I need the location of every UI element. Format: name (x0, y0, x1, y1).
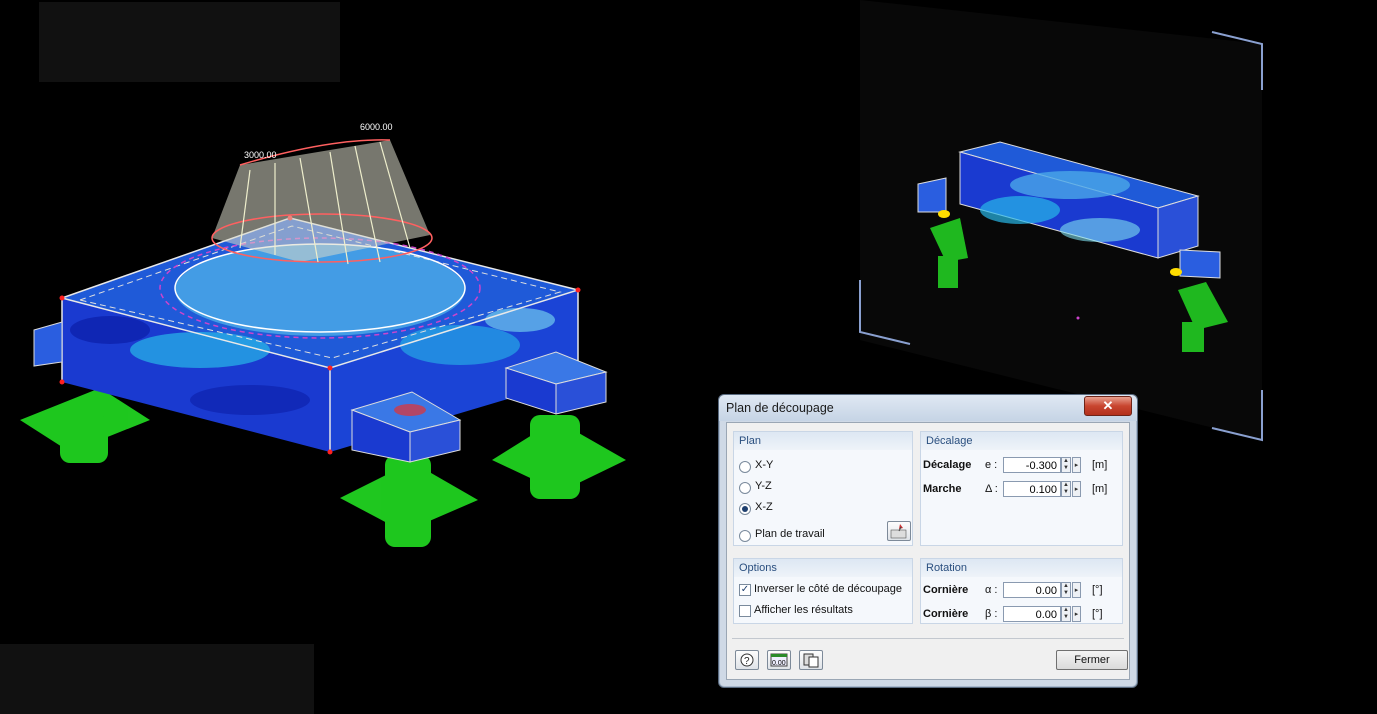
decalage-input[interactable]: -0.300 (1003, 457, 1061, 473)
group-decalage-header: Décalage (926, 435, 973, 447)
group-rotation-header: Rotation (926, 562, 967, 574)
marche-input[interactable]: 0.100 (1003, 481, 1061, 497)
info-panel-bottom (0, 644, 314, 714)
help-icon[interactable]: ? (735, 650, 759, 670)
section-plane-dialog: Plan de découpage ✕ Plan X-Y Y-Z X-Z Pla… (718, 394, 1138, 688)
support-center-icon (340, 455, 478, 547)
beta-unit: [°] (1092, 608, 1103, 620)
workplane-icon[interactable] (887, 521, 911, 541)
group-decalage: Décalage Décalage e : -0.300 ▲ ▼ ▸ [m] Ma… (920, 431, 1123, 546)
invert-side-checkbox[interactable]: ✓ (739, 584, 751, 596)
marche-unit: [m] (1092, 483, 1108, 495)
corniere-alpha-label: Cornière (923, 584, 969, 596)
radio-x-y[interactable] (739, 461, 751, 473)
invert-side-label[interactable]: Inverser le côté de découpage (754, 583, 902, 595)
group-options-header: Options (739, 562, 777, 574)
beta-symbol: β : (985, 608, 998, 620)
pedestal-left (33, 321, 63, 367)
radio-plan-de-travail-label[interactable]: Plan de travail (755, 528, 825, 540)
decalage-unit: [m] (1092, 459, 1108, 471)
radio-x-y-label[interactable]: X-Y (755, 459, 773, 471)
corniere-beta-label: Cornière (923, 608, 969, 620)
beta-spinner[interactable]: ▲ ▼ (1061, 606, 1071, 622)
marche-symbol: Δ : (985, 483, 998, 495)
marche-arrow-button[interactable]: ▸ (1072, 481, 1081, 497)
beta-arrow-button[interactable]: ▸ (1072, 606, 1081, 622)
fermer-button[interactable]: Fermer (1056, 650, 1128, 670)
marche-label: Marche (923, 483, 962, 495)
group-options: Options ✓ Inverser le côté de découpage … (733, 558, 913, 624)
dialog-titlebar[interactable]: Plan de découpage ✕ (719, 395, 1137, 421)
support-right-icon (492, 415, 626, 499)
show-results-label[interactable]: Afficher les résultats (754, 604, 853, 616)
units-icon[interactable]: 0.00 (767, 650, 791, 670)
dialog-body: Plan X-Y Y-Z X-Z Plan de travail Décalag… (726, 422, 1130, 680)
group-plan-header: Plan (739, 435, 762, 447)
group-rotation: Rotation Cornière α : 0.00 ▲ ▼ ▸ [°] Corn… (920, 558, 1123, 624)
alpha-unit: [°] (1092, 584, 1103, 596)
svg-text:0.00: 0.00 (772, 660, 786, 667)
marche-spinner[interactable]: ▲ ▼ (1061, 481, 1071, 497)
radio-x-z-label[interactable]: X-Z (755, 501, 773, 513)
footer-separator (732, 638, 1124, 639)
alpha-spinner[interactable]: ▲ ▼ (1061, 582, 1071, 598)
alpha-arrow-button[interactable]: ▸ (1072, 582, 1081, 598)
decalage-arrow-button[interactable]: ▸ (1072, 457, 1081, 473)
alpha-input[interactable]: 0.00 (1003, 582, 1061, 598)
svg-text:?: ? (744, 656, 750, 667)
beta-input[interactable]: 0.00 (1003, 606, 1061, 622)
group-plan: Plan X-Y Y-Z X-Z Plan de travail (733, 431, 913, 546)
radio-plan-de-travail[interactable] (739, 530, 751, 542)
close-icon[interactable]: ✕ (1084, 396, 1132, 416)
decalage-symbol: e : (985, 459, 998, 471)
alpha-symbol: α : (985, 584, 998, 596)
radio-y-z-label[interactable]: Y-Z (755, 480, 772, 492)
radio-x-z[interactable] (739, 503, 751, 515)
copy-icon[interactable] (799, 650, 823, 670)
info-panel-top (39, 2, 340, 82)
dialog-title: Plan de découpage (726, 401, 834, 415)
load-label-3000: 3000.00 (244, 150, 277, 160)
load-label-6000: 6000.00 (360, 122, 393, 132)
radio-y-z[interactable] (739, 482, 751, 494)
decalage-spinner[interactable]: ▲ ▼ (1061, 457, 1071, 473)
3d-viewport[interactable]: 3000.00 6000.00 (0, 0, 1377, 714)
show-results-checkbox[interactable] (739, 605, 751, 617)
decalage-label: Décalage (923, 459, 972, 471)
